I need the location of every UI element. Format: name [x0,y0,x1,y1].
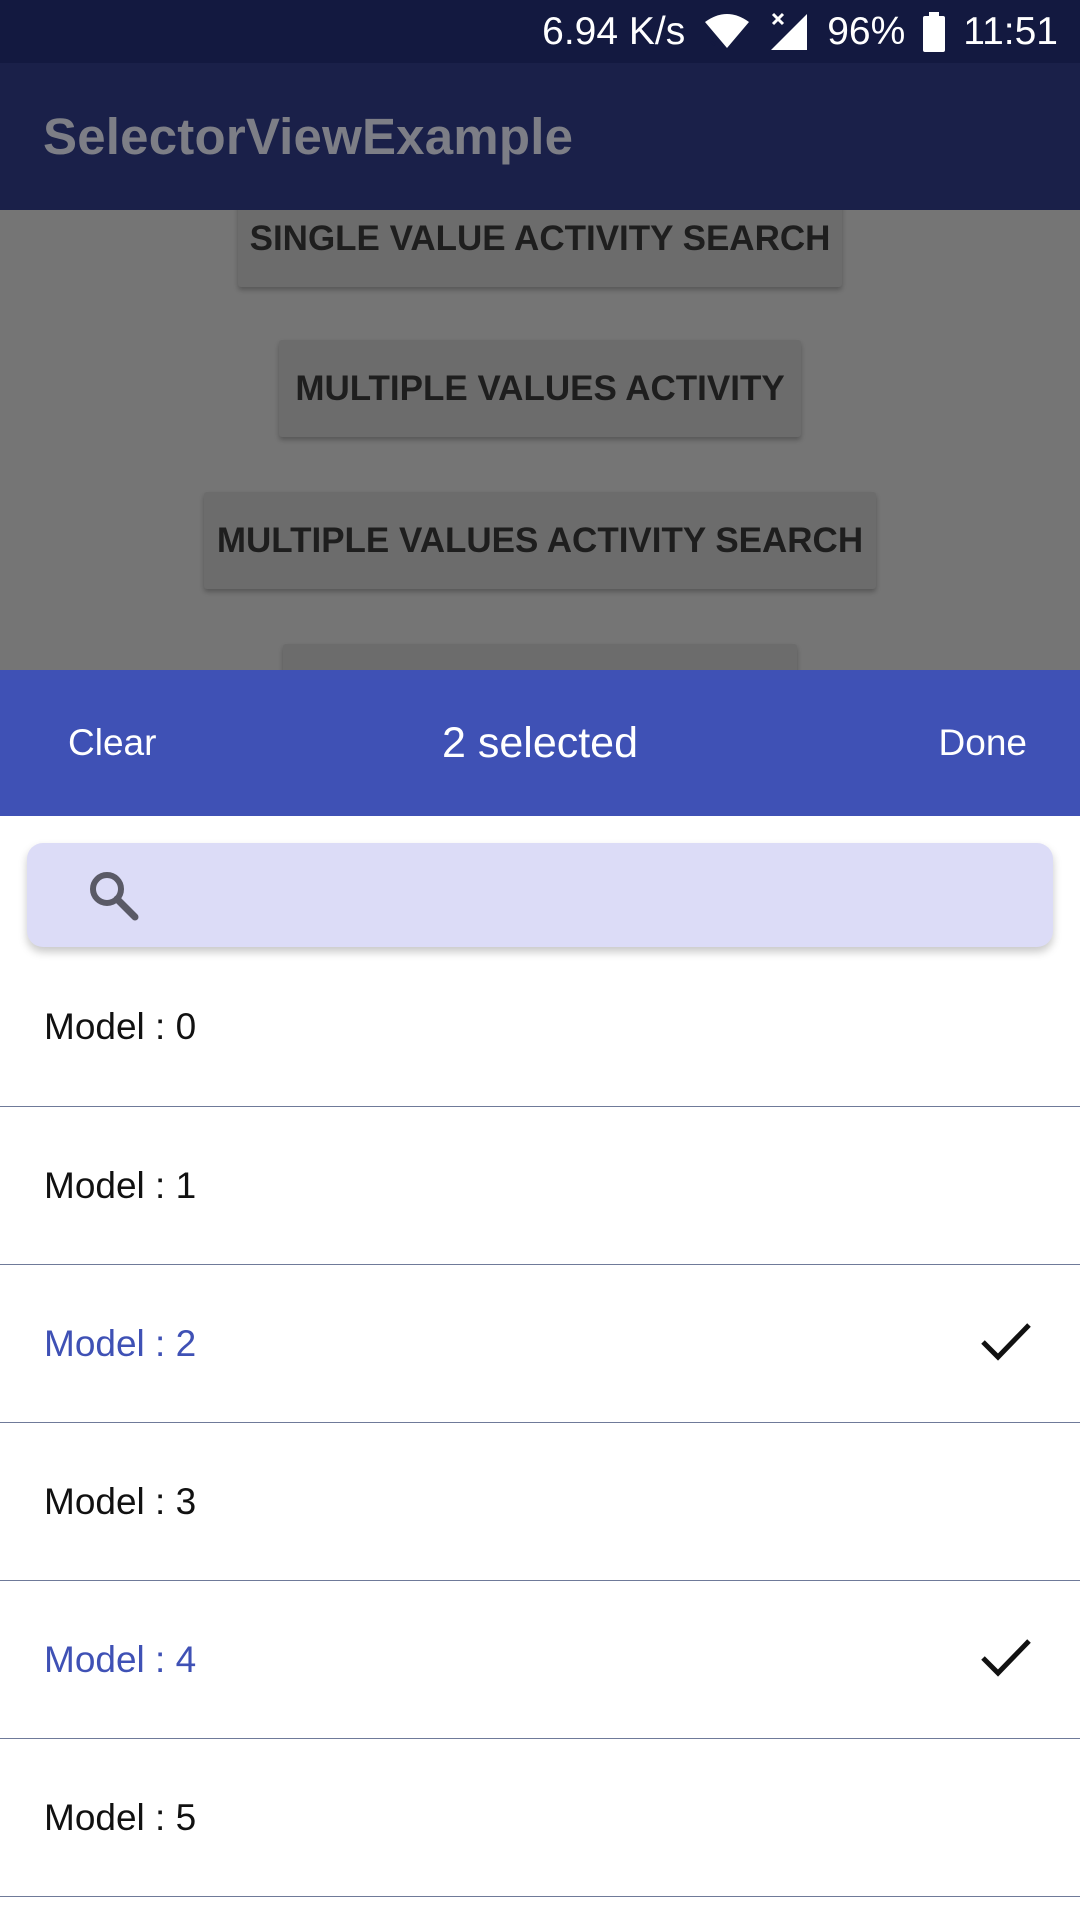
battery-icon [923,11,946,52]
app-bar: SelectorViewExample [0,63,1080,210]
selection-count-title: 2 selected [441,718,639,767]
checkmark-icon [980,1636,1032,1680]
list-item-model-2[interactable]: Model : 2 [0,1265,1080,1423]
done-button[interactable]: Done [939,670,1027,816]
single-value-activity-search-button[interactable]: SINGLE VALUE ACTIVITY SEARCH [238,210,842,287]
list-item-model-0[interactable]: Model : 0 [0,947,1080,1107]
network-speed: 6.94 K/s [542,9,686,53]
list-item-label: Model : 3 [44,1481,197,1522]
wifi-icon [703,13,751,50]
list-item-label: Model : 5 [44,1797,197,1838]
list-item-model-5[interactable]: Model : 5 [0,1739,1080,1897]
list-item-label: Model : 2 [44,1323,197,1364]
clear-button[interactable]: Clear [68,670,156,816]
search-icon [87,869,141,923]
list-item-model-4[interactable]: Model : 4 [0,1581,1080,1739]
selector-header: Clear 2 selected Done [0,670,1080,816]
checkmark-icon [980,1320,1032,1364]
list-item-label: Model : 1 [44,1165,197,1206]
battery-percent: 96% [827,9,906,53]
list-item-model-3[interactable]: Model : 3 [0,1423,1080,1581]
background-content: SINGLE VALUE ACTIVITY SEARCH MULTIPLE VA… [0,210,1080,670]
hidden-activity-button[interactable] [283,644,797,670]
search-box[interactable] [27,843,1053,949]
status-bar: 6.94 K/s 96% 11:51 [0,0,1080,63]
multiple-values-activity-search-button[interactable]: MULTIPLE VALUES ACTIVITY SEARCH [204,492,876,589]
multiple-values-activity-button[interactable]: MULTIPLE VALUES ACTIVITY [279,340,801,437]
clock: 11:51 [963,9,1058,53]
list-item-label: Model : 4 [44,1639,197,1680]
list-item-model-1[interactable]: Model : 1 [0,1107,1080,1265]
app-title: SelectorViewExample [43,108,574,165]
signal-icon [769,12,809,52]
search-input[interactable] [167,843,1031,949]
list-item-label: Model : 0 [44,1006,197,1047]
